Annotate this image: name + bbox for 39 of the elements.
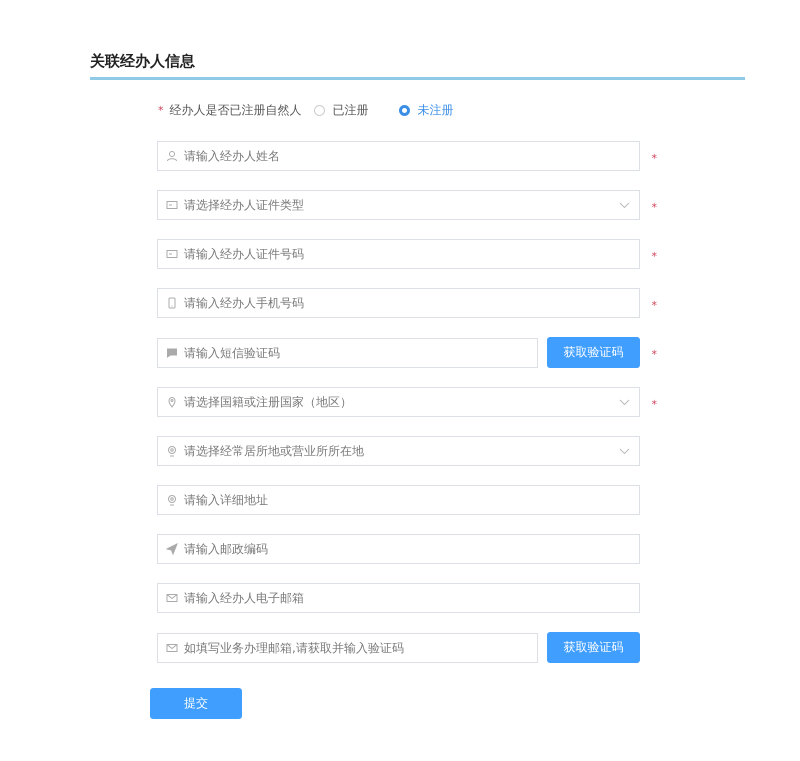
- id-card-icon: [166, 248, 178, 260]
- input-field[interactable]: 请输入短信验证码: [157, 338, 538, 368]
- message-icon: [166, 346, 178, 358]
- pin-icon: [166, 396, 178, 408]
- required-mark: *: [652, 398, 657, 410]
- location-icon: [166, 494, 178, 506]
- mail-icon: [166, 592, 178, 604]
- phone-icon: [166, 297, 178, 309]
- get-code-button[interactable]: 获取验证码: [547, 337, 640, 368]
- input-field[interactable]: 请输入经办人电子邮箱: [157, 583, 640, 613]
- input-field[interactable]: 请输入经办人手机号码: [157, 288, 640, 318]
- send-icon: [166, 543, 178, 555]
- mail-icon: [166, 642, 178, 654]
- user-icon: [166, 150, 178, 162]
- required-mark: *: [652, 200, 657, 214]
- select-field[interactable]: 请选择国籍或注册国家（地区）: [157, 387, 640, 417]
- chevron-down-icon: [619, 202, 630, 209]
- radio-option[interactable]: 未注册: [398, 102, 454, 119]
- input-field[interactable]: 请输入经办人姓名: [157, 141, 640, 171]
- select-field[interactable]: 请选择经常居所地或营业所所在地: [157, 436, 640, 466]
- chevron-down-icon: [619, 448, 630, 455]
- select-field[interactable]: 请选择经办人证件类型: [157, 190, 640, 220]
- required-mark: *: [652, 152, 657, 164]
- id-card-icon: [166, 199, 178, 211]
- section-title: 关联经办人信息: [90, 52, 745, 80]
- input-field[interactable]: 如填写业务办理邮箱,请获取并输入验证码: [157, 632, 538, 662]
- chevron-down-icon: [619, 399, 630, 406]
- required-mark: *: [652, 348, 657, 361]
- required-mark: *: [158, 104, 164, 117]
- input-field[interactable]: 请输入邮政编码: [157, 534, 640, 564]
- radio-option[interactable]: 已注册: [314, 102, 368, 119]
- location-icon: [166, 445, 178, 457]
- required-mark: *: [652, 298, 657, 312]
- question-label: 经办人是否已注册自然人: [170, 102, 302, 119]
- required-mark: *: [652, 250, 657, 262]
- submit-button[interactable]: 提交: [150, 688, 242, 719]
- input-field[interactable]: 请输入详细地址: [157, 485, 640, 515]
- get-code-button[interactable]: 获取验证码: [547, 632, 640, 663]
- input-field[interactable]: 请输入经办人证件号码: [157, 239, 640, 269]
